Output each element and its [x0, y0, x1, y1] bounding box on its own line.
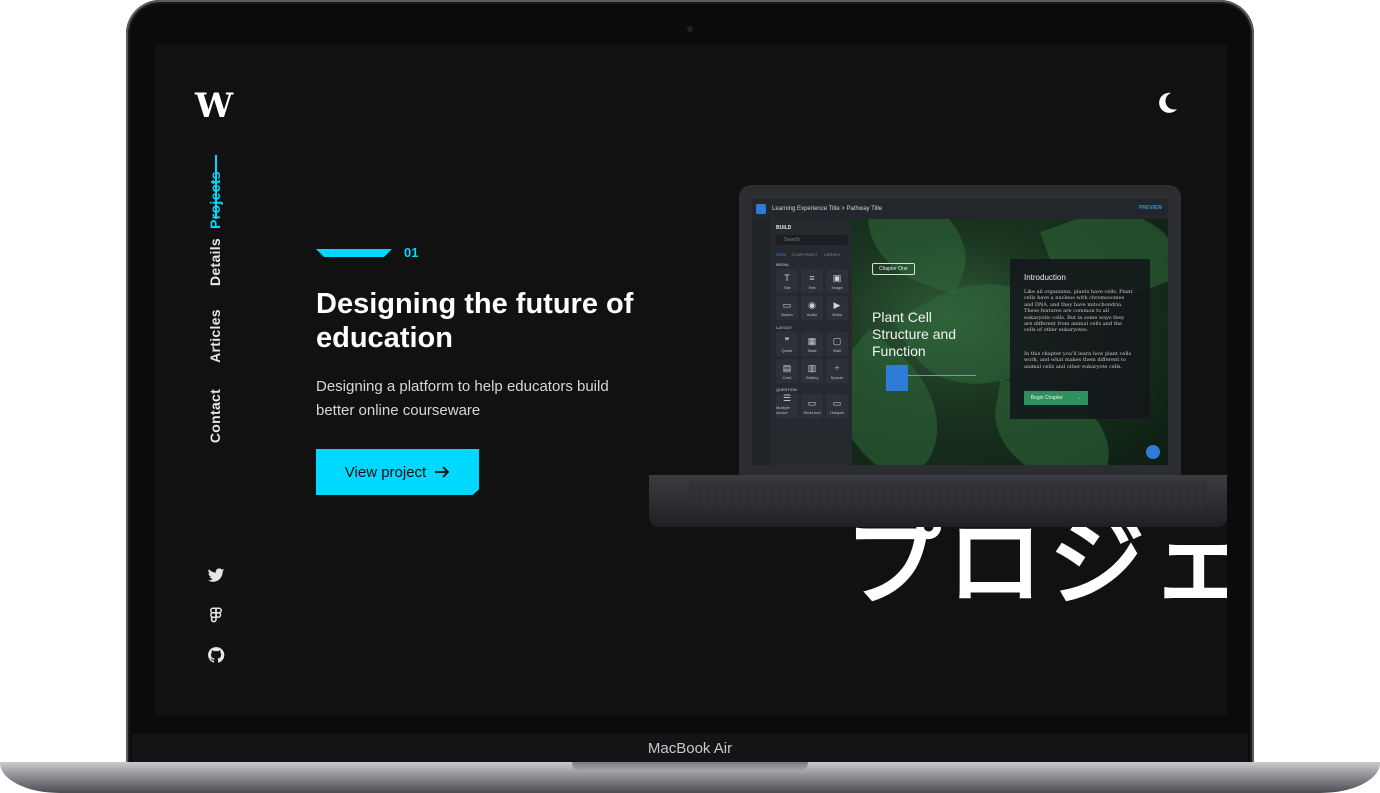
view-project-button[interactable]: View project — [316, 449, 479, 495]
project-index: 01 — [404, 245, 419, 260]
mockup-screen: Learning Experience Title > Pathway Titl… — [752, 199, 1168, 465]
section-label: QUESTION — [776, 387, 797, 392]
media-block — [886, 365, 908, 391]
mockup-rail — [752, 219, 770, 465]
question-grid: ☰ Multiple choice ▭ Short text ▭ Hotspot — [776, 394, 848, 418]
lightning-icon — [1146, 445, 1160, 459]
tile-card: ▤ Card — [776, 359, 798, 383]
github-icon[interactable] — [207, 646, 225, 664]
tile-image: ▣ Image — [826, 269, 848, 293]
media-grid: T Title ≡ Text ▣ Image ▭ Button ◉ Audio ▶ Vide… — [776, 269, 848, 320]
arrow-right-icon — [435, 466, 450, 478]
view-project-label: View project — [344, 463, 427, 481]
site-logo[interactable]: W — [195, 89, 233, 123]
background-katakana: プロジェクト — [845, 507, 1227, 619]
mockup-tab: ITEM — [776, 252, 786, 257]
tile-spacer: ÷ Spacer — [826, 359, 848, 383]
tile-button: ▭ Button — [776, 296, 798, 320]
layout-grid: ❞ Quote ▦ Table ▢ Wall ▤ Card ▥ Gallery ÷ Spac… — [776, 332, 848, 383]
intro-heading: Introduction — [1024, 273, 1066, 282]
app-icon — [756, 204, 766, 214]
intro-body: In this chapter you'll learn how plant c… — [1024, 351, 1132, 370]
begin-chapter-button: Begin Chapter → — [1024, 391, 1088, 405]
tile-audio: ◉ Audio — [801, 296, 823, 320]
mockup-breadcrumb: Learning Experience Title > Pathway Titl… — [772, 206, 883, 212]
tile-title: T Title — [776, 269, 798, 293]
hero-subtitle: Designing a platform to help educators b… — [316, 378, 609, 419]
counter-divider — [316, 248, 392, 257]
tile-text: ≡ Text — [801, 269, 823, 293]
project-counter: 01 — [316, 245, 418, 260]
tile-short-text: ▭ Short text — [801, 394, 823, 418]
tile-gallery: ▥ Gallery — [801, 359, 823, 383]
intro-body: Like all organisms, plants have cells. P… — [1024, 289, 1133, 334]
nav-contact-label: Contact — [207, 388, 223, 444]
nav-articles[interactable]: Articles — [205, 291, 225, 381]
preview-button: PREVIEW — [1138, 205, 1162, 211]
nav-details-label: Details — [207, 237, 223, 287]
mockup-canvas: Chapter One Plant Cell Structure and Fun… — [852, 219, 1168, 465]
lesson-title: Plant Cell Structure and Function — [872, 309, 957, 359]
section-label: MEDIA — [776, 262, 789, 267]
mockup-tabs: ITEM COMPONENT LIBRARY — [776, 252, 841, 257]
intro-card: Introduction Like all organisms, plants … — [1010, 259, 1150, 419]
nav-contact[interactable]: Contact — [205, 371, 225, 461]
mockup-topbar: Learning Experience Title > Pathway Titl… — [752, 199, 1168, 219]
tile-table: ▦ Table — [801, 332, 823, 356]
tile-wall: ▢ Wall — [826, 332, 848, 356]
section-label: LAYOUT — [776, 325, 793, 330]
mockup-tab: COMPONENT — [791, 252, 818, 257]
twitter-icon[interactable] — [207, 566, 225, 584]
tile-video: ▶ Video — [826, 296, 848, 320]
figma-icon[interactable] — [207, 606, 225, 624]
device-label: MacBook Air — [647, 740, 733, 757]
tile-quote: ❞ Quote — [776, 332, 798, 356]
chapter-badge: Chapter One — [872, 263, 915, 275]
mockup-search: Search — [776, 235, 848, 245]
mockup-tab: LIBRARY — [823, 252, 841, 257]
tile-hotspot: ▭ Hotspot — [826, 394, 848, 418]
tile-multiple-choice: ☰ Multiple choice — [776, 394, 798, 418]
laptop-notch — [572, 762, 808, 772]
moon-icon[interactable] — [1155, 91, 1179, 115]
nav-articles-label: Articles — [207, 309, 223, 363]
mockup-laptop-base — [649, 475, 1227, 527]
mockup-sidebar: BUILD Search ITEM COMPONENT LIBRARY MEDI… — [770, 219, 852, 465]
sidebar-title: BUILD — [776, 225, 792, 231]
camera-icon — [687, 26, 693, 32]
hero-title: Designing the future of education — [316, 288, 634, 354]
screen: W Projects Details Articles Contact 01 D… — [155, 45, 1227, 715]
laptop-chin: MacBook Air — [132, 734, 1248, 764]
